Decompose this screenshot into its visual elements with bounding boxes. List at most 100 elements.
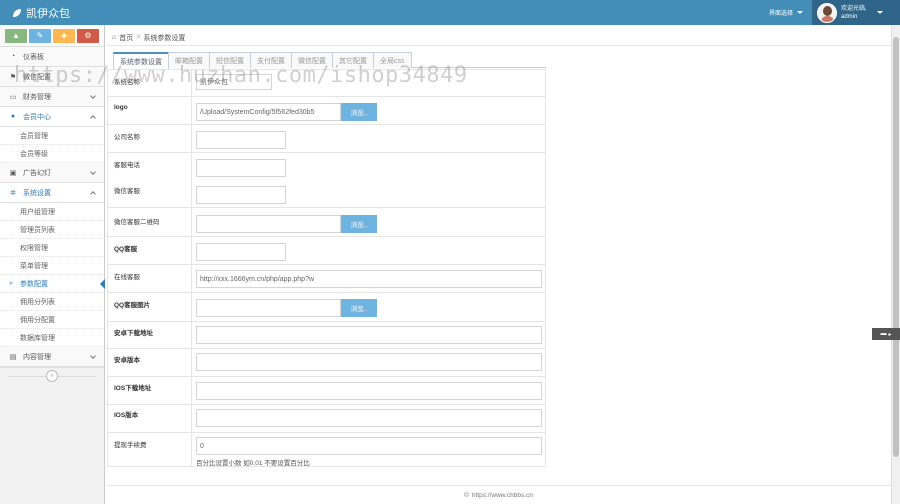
- qq-service-input[interactable]: [196, 243, 286, 261]
- form-row-phone-wechat: 客服电话 微信客服: [108, 153, 545, 208]
- withdraw-fee-input[interactable]: 0: [196, 437, 542, 455]
- form-row-logo: logo /Upload/SystemConfig/5f562fed30b5 浏…: [108, 97, 545, 125]
- logo-file-input[interactable]: /Upload/SystemConfig/5f562fed30b5: [196, 103, 341, 121]
- form-row-qq-image: QQ客服图片 浏览..: [108, 293, 545, 322]
- form-row-online-service: 在线客服 http://xxx.1666ym.cn/php/app.php?w: [108, 265, 545, 293]
- sidebar-item-label: 系统设置: [23, 189, 51, 197]
- user-menu[interactable]: 欢迎光临, admin: [812, 0, 900, 25]
- field-label: 在线客服: [114, 274, 140, 281]
- user-name: admin: [841, 13, 858, 20]
- footer-link[interactable]: https://www.chbbs.cn: [472, 492, 533, 499]
- sidebar-subitem-menus[interactable]: 菜单管理: [0, 257, 104, 275]
- brand[interactable]: 凯伊众包: [12, 5, 70, 21]
- sidebar: ▲ ✎ ♣ ⚙ ◔ 仪表板 ⚑ 微信配置 ▭ 财务管理 ● 会员中心 会员管理 …: [0, 25, 105, 504]
- sidebar-subitem-commission-config[interactable]: 佣用分配置: [0, 311, 104, 329]
- sidebar-subitem-member-manage[interactable]: 会员管理: [0, 127, 104, 145]
- sidebar-subitem-admins[interactable]: 管理员列表: [0, 221, 104, 239]
- sidebar-subitem-commission-list[interactable]: 佣用分列表: [0, 293, 104, 311]
- copyright-symbol: ©: [464, 491, 469, 499]
- sidebar-item-label: 财务管理: [23, 93, 51, 101]
- user-info: 欢迎光临, admin: [841, 5, 867, 21]
- users-icon[interactable]: ♣: [53, 28, 75, 43]
- page-scrollbar[interactable]: [891, 25, 900, 504]
- sidebar-subitem-member-level[interactable]: 会员等级: [0, 145, 104, 163]
- cogs-icon[interactable]: ⚙: [77, 28, 99, 43]
- form-row-company: 公司名称: [108, 125, 545, 153]
- sidebar-item-finance[interactable]: ▭ 财务管理: [0, 87, 104, 107]
- sidebar-subitem-usergroup[interactable]: 用户组管理: [0, 203, 104, 221]
- form-row-qq: QQ客服: [108, 237, 545, 265]
- sidebar-subitem-params[interactable]: 参数配置: [0, 275, 105, 293]
- field-label: 安卓版本: [114, 357, 140, 364]
- field-label: IOS下载地址: [114, 385, 152, 392]
- wechat-qr-browse-button[interactable]: 浏览..: [341, 215, 377, 233]
- pencil-icon[interactable]: ✎: [29, 28, 51, 43]
- qq-image-file-input[interactable]: [196, 299, 341, 317]
- book-icon: ▤: [9, 353, 17, 361]
- sidebar-item-member[interactable]: ● 会员中心: [0, 107, 104, 127]
- breadcrumb-home[interactable]: 首页: [119, 33, 133, 43]
- footer: © https://www.chbbs.cn: [106, 485, 891, 504]
- field-label: 提现手续费: [114, 442, 147, 449]
- form-row-ios-url: IOS下载地址: [108, 377, 545, 405]
- service-phone-input[interactable]: [196, 159, 286, 177]
- form-row-wechat-qr: 微信客服二维码 浏览..: [108, 208, 545, 237]
- ios-version-input[interactable]: [196, 409, 542, 427]
- sidebar-item-label: 仪表板: [23, 53, 44, 61]
- sidebar-subitem-database[interactable]: 数据库管理: [0, 329, 104, 347]
- field-label: QQ客服: [114, 246, 138, 253]
- chevron-down-icon: [90, 169, 96, 175]
- user-welcome: 欢迎光临,: [841, 5, 867, 12]
- company-name-input[interactable]: [196, 131, 286, 149]
- picture-icon: ▣: [9, 169, 17, 177]
- scrollbar-thumb[interactable]: [893, 37, 899, 457]
- ios-url-input[interactable]: [196, 382, 542, 400]
- sidebar-subitem-permissions[interactable]: 权限管理: [0, 239, 104, 257]
- chevron-down-icon: [90, 93, 96, 99]
- sidebar-subitem-label: 权限管理: [20, 244, 48, 252]
- sidebar-collapse: «: [0, 367, 104, 383]
- double-angle-left-icon[interactable]: «: [46, 369, 58, 382]
- top-navbar: 凯伊众包 界面选择 欢迎光临, admin: [0, 0, 900, 25]
- field-label: 客服电话: [114, 162, 140, 169]
- android-url-input[interactable]: [196, 326, 542, 344]
- form-row-android-url: 安卓下载地址: [108, 322, 545, 349]
- caret-down-icon: [876, 11, 883, 14]
- logo-browse-button[interactable]: 浏览..: [341, 103, 377, 121]
- signal-icon[interactable]: ▲: [5, 28, 27, 43]
- sidebar-item-label: 内容管理: [23, 353, 51, 361]
- skin-selector[interactable]: 界面选择: [760, 0, 812, 25]
- sidebar-subitem-label: 佣用分列表: [20, 298, 55, 306]
- wechat-service-input[interactable]: [196, 186, 286, 204]
- chevron-down-icon: [90, 353, 96, 359]
- form-row-android-version: 安卓版本: [108, 349, 545, 377]
- sidebar-subitem-label: 会员管理: [20, 132, 48, 140]
- sidebar-item-content[interactable]: ▤ 内容管理: [0, 347, 104, 367]
- field-label: 微信客服: [114, 188, 140, 195]
- brand-name: 凯伊众包: [26, 8, 70, 20]
- field-label: QQ客服图片: [114, 302, 151, 309]
- avatar: [817, 2, 837, 23]
- sidebar-subitem-label: 佣用分配置: [20, 316, 55, 324]
- leaf-icon: [13, 9, 21, 17]
- online-service-input[interactable]: http://xxx.1666ym.cn/php/app.php?w: [196, 270, 542, 288]
- field-label: IOS版本: [114, 412, 139, 419]
- wechat-qr-file-input[interactable]: [196, 215, 341, 233]
- breadcrumb-current: 系统参数设置: [143, 34, 186, 42]
- tachometer-icon: ◔: [10, 53, 16, 60]
- sidebar-shortcuts: ▲ ✎ ♣ ⚙: [0, 25, 104, 47]
- field-label: 安卓下载地址: [114, 330, 153, 337]
- sidebar-item-ads[interactable]: ▣ 广告幻灯: [0, 163, 104, 183]
- side-toolbar[interactable]: ▬ ▸: [872, 328, 900, 340]
- sidebar-subitem-label: 数据库管理: [20, 334, 55, 342]
- qq-image-browse-button[interactable]: 浏览..: [341, 299, 377, 317]
- field-label: 微信客服二维码: [114, 219, 160, 226]
- sidebar-item-label: 广告幻灯: [23, 169, 51, 177]
- sidebar-subitem-label: 参数配置: [20, 280, 48, 288]
- android-version-input[interactable]: [196, 353, 542, 371]
- sidebar-item-system[interactable]: ✲ 系统设置: [0, 183, 104, 203]
- caret-down-icon: [797, 11, 803, 14]
- home-icon: ⌂: [112, 34, 117, 41]
- sidebar-subitem-label: 会员等级: [20, 150, 48, 158]
- sidebar-subitem-label: 用户组管理: [20, 208, 55, 216]
